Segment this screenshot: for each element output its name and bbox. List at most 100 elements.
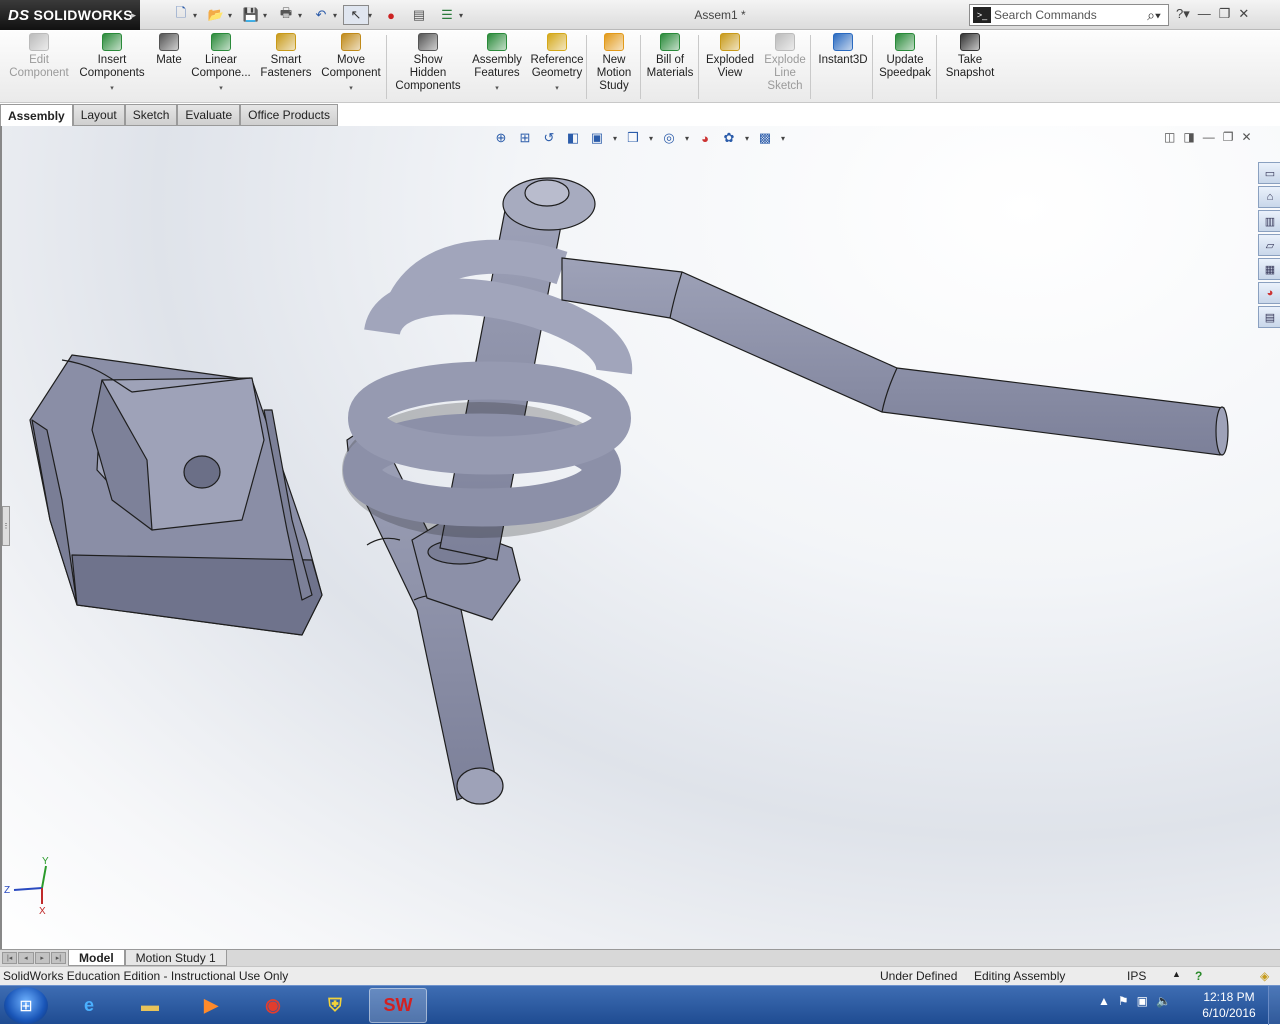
edit-component-label: Component: [9, 67, 69, 79]
tab-layout[interactable]: Layout: [72, 104, 125, 126]
take-snapshot-button[interactable]: Take Snapshot: [940, 33, 1000, 101]
chevron-down-icon[interactable]: ▾: [193, 11, 201, 20]
triad-z-label: Z: [4, 885, 10, 896]
chevron-up-icon[interactable]: ▲: [1172, 969, 1181, 979]
model-tabs-bar: |◂ ◂ ▸ ▸| Model Motion Study 1: [0, 949, 1280, 966]
new-document-icon[interactable]: 🗋: [168, 5, 194, 25]
chevron-down-icon[interactable]: ▾: [263, 11, 271, 20]
internet-explorer-icon[interactable]: e: [60, 988, 118, 1023]
update-speedpak-button[interactable]: Update Speedpak: [876, 33, 934, 101]
media-player-icon[interactable]: ▶: [182, 988, 240, 1023]
assembly-features-button[interactable]: Assembly Features ▾: [470, 33, 524, 101]
tab-evaluate[interactable]: Evaluate: [177, 104, 241, 126]
new-motion-study-label: New: [602, 54, 626, 66]
insert-components-button[interactable]: Insert Components ▾: [78, 33, 146, 101]
bill-of-materials-icon: [660, 33, 680, 51]
show-hidden-icons-icon[interactable]: ▲: [1098, 994, 1110, 1008]
taskbar-clock[interactable]: 12:18 PM 6/10/2016: [1196, 989, 1262, 1021]
ds-logo-icon: DS: [8, 6, 30, 24]
smart-fasteners-icon: [276, 33, 296, 51]
help-status-icon[interactable]: ?: [1195, 969, 1202, 983]
first-tab-icon[interactable]: |◂: [2, 952, 18, 964]
tag-icon[interactable]: ◈: [1260, 969, 1269, 983]
window-controls: ?▾ — ❐ ✕: [1176, 6, 1249, 22]
undo-icon[interactable]: ↶: [308, 5, 334, 25]
chevron-down-icon[interactable]: ▾: [555, 82, 559, 95]
reference-geometry-button[interactable]: Reference Geometry ▾: [528, 33, 586, 101]
graphics-area[interactable]: ⊕ ⊞ ↺ ◧ ▣ ▾ ❒ ▾ ◎ ▾ ◕ ✿ ▾ ▩ ▾ ◫ ◨ — ❐ ✕ ▭ ⌂ ▥…: [0, 126, 1280, 949]
status-bar: SolidWorks Education Edition - Instructi…: [0, 966, 1280, 985]
take-snapshot-icon: [960, 33, 980, 51]
chevron-down-icon[interactable]: ▾: [219, 82, 223, 95]
tab-sketch[interactable]: Sketch: [124, 104, 178, 126]
help-icon[interactable]: ?▾: [1176, 6, 1190, 22]
show-hidden-components-button[interactable]: Show Hidden Components: [392, 33, 464, 101]
exploded-view-label: Exploded: [706, 54, 754, 66]
next-tab-icon[interactable]: ▸: [34, 952, 50, 964]
security-shield-icon[interactable]: ⛨: [306, 988, 364, 1023]
explode-line-sketch-button[interactable]: Explode Line Sketch: [760, 33, 810, 101]
search-input[interactable]: Search Commands: [994, 8, 1140, 22]
model-drawing: Y Z X: [4, 177, 1229, 917]
units-selector[interactable]: IPS: [1127, 969, 1146, 983]
search-commands-box[interactable]: >_ Search Commands ⌕▾: [969, 4, 1169, 26]
command-manager-tabs: Assembly Layout Sketch Evaluate Office Produ…: [0, 104, 338, 126]
chevron-down-icon[interactable]: ▾: [349, 82, 353, 95]
volume-icon[interactable]: 🔈: [1156, 994, 1171, 1008]
smart-fasteners-button[interactable]: Smart Fasteners: [258, 33, 314, 101]
chevron-down-icon[interactable]: ▾: [298, 11, 306, 20]
last-tab-icon[interactable]: ▸|: [50, 952, 66, 964]
solidworks-menu-button[interactable]: DS SOLIDWORKS ▸: [0, 0, 140, 30]
rebuild-traffic-light-icon[interactable]: ●: [378, 5, 404, 25]
reference-geometry-label: Geometry: [531, 67, 583, 79]
save-icon[interactable]: 💾: [238, 5, 264, 25]
tab-assembly[interactable]: Assembly: [0, 104, 73, 126]
restore-icon[interactable]: ❐: [1219, 6, 1231, 22]
chevron-down-icon[interactable]: ▾: [495, 82, 499, 95]
chevron-down-icon[interactable]: ▾: [110, 82, 114, 95]
minimize-icon[interactable]: —: [1198, 6, 1211, 22]
file-properties-icon[interactable]: ▤: [406, 5, 432, 25]
bill-of-materials-button[interactable]: Bill of Materials: [644, 33, 696, 101]
show-desktop-button[interactable]: [1268, 986, 1280, 1025]
linear-component-pattern-icon: [211, 33, 231, 51]
linear-component-pattern-button[interactable]: Linear Compone... ▾: [190, 33, 252, 101]
system-tray: ▲ ⚑ ▣ 🔈: [1098, 994, 1171, 1008]
reference-geometry-icon: [547, 33, 567, 51]
options-icon[interactable]: ☰: [434, 5, 460, 25]
tab-model[interactable]: Model: [68, 950, 125, 966]
print-icon[interactable]: 🖶: [273, 5, 299, 25]
instant3d-button[interactable]: Instant3D: [814, 33, 872, 101]
move-component-button[interactable]: Move Component ▾: [318, 33, 384, 101]
chevron-down-icon[interactable]: ▾: [459, 11, 467, 20]
smart-fasteners-label: Fasteners: [260, 67, 312, 79]
show-hidden-components-label: Show: [413, 54, 443, 66]
network-icon[interactable]: ▣: [1137, 994, 1148, 1008]
edit-component-button[interactable]: Edit Component: [6, 33, 72, 101]
tab-office-products[interactable]: Office Products: [240, 104, 338, 126]
chevron-down-icon[interactable]: ▾: [333, 11, 341, 20]
solidworks-taskbar-icon[interactable]: SW: [369, 988, 427, 1023]
close-icon[interactable]: ✕: [1238, 6, 1249, 22]
select-pointer-icon[interactable]: ↖: [343, 5, 369, 25]
mate-button[interactable]: Mate: [152, 33, 186, 101]
update-speedpak-label: Update: [886, 54, 924, 66]
exploded-view-button[interactable]: Exploded View: [702, 33, 758, 101]
edit-component-label: Edit: [29, 54, 49, 66]
new-motion-study-button[interactable]: New Motion Study: [592, 33, 636, 101]
file-explorer-icon[interactable]: ▬: [121, 988, 179, 1023]
previous-tab-icon[interactable]: ◂: [18, 952, 34, 964]
tab-motion-study-1[interactable]: Motion Study 1: [124, 950, 227, 966]
linear-component-pattern-label: Linear: [205, 54, 237, 66]
windows-start-icon[interactable]: ⊞: [4, 987, 48, 1024]
linear-component-pattern-label: Compone...: [191, 67, 251, 79]
ribbon-separator: [640, 35, 641, 99]
status-definition: Under Defined: [880, 969, 958, 983]
chevron-down-icon[interactable]: ▾: [368, 11, 376, 20]
assembly-features-icon: [487, 33, 507, 51]
chrome-icon[interactable]: ◉: [244, 988, 302, 1023]
search-icon[interactable]: ⌕▾: [1140, 7, 1168, 24]
chevron-down-icon[interactable]: ▾: [228, 11, 236, 20]
open-folder-icon[interactable]: 📂: [203, 5, 229, 25]
action-center-flag-icon[interactable]: ⚑: [1118, 994, 1129, 1008]
